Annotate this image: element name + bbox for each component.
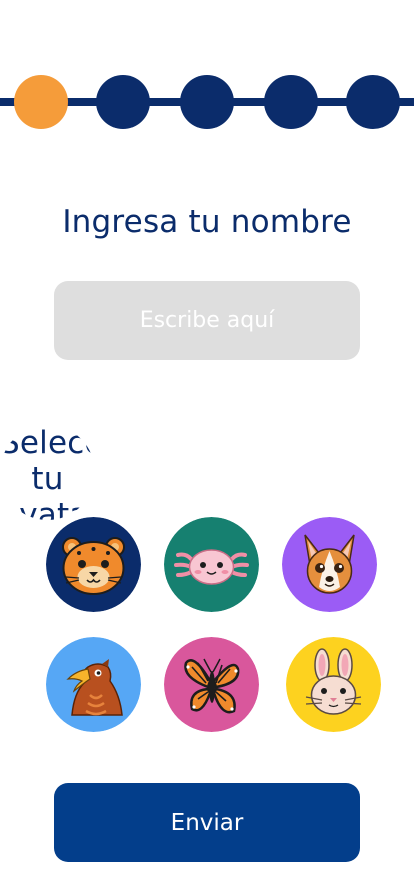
butterfly-icon	[164, 637, 259, 732]
chihuahua-icon	[282, 517, 377, 612]
avatar-option-eagle[interactable]	[46, 637, 141, 732]
avatar-option-rabbit[interactable]	[286, 637, 381, 732]
avatar-title: Selecciona tu avatar	[0, 425, 95, 520]
submit-button[interactable]: Enviar	[54, 783, 360, 862]
axolotl-icon	[164, 517, 259, 612]
name-input[interactable]	[54, 281, 360, 360]
avatar-option-butterfly[interactable]	[164, 637, 259, 732]
rabbit-icon	[286, 637, 381, 732]
avatar-registration-screen: Ingresa tu nombre Selecciona tu avatar	[0, 0, 414, 896]
eagle-icon	[46, 637, 141, 732]
step-3-indicator	[180, 75, 234, 129]
jaguar-icon	[46, 517, 141, 612]
step-4-indicator	[264, 75, 318, 129]
avatar-option-axolotl[interactable]	[164, 517, 259, 612]
step-2-indicator	[96, 75, 150, 129]
name-title: Ingresa tu nombre	[62, 204, 352, 240]
avatar-option-jaguar[interactable]	[46, 517, 141, 612]
step-5-indicator	[346, 75, 400, 129]
progress-stepper	[0, 75, 414, 129]
avatar-option-chihuahua[interactable]	[282, 517, 377, 612]
step-1-indicator	[14, 75, 68, 129]
